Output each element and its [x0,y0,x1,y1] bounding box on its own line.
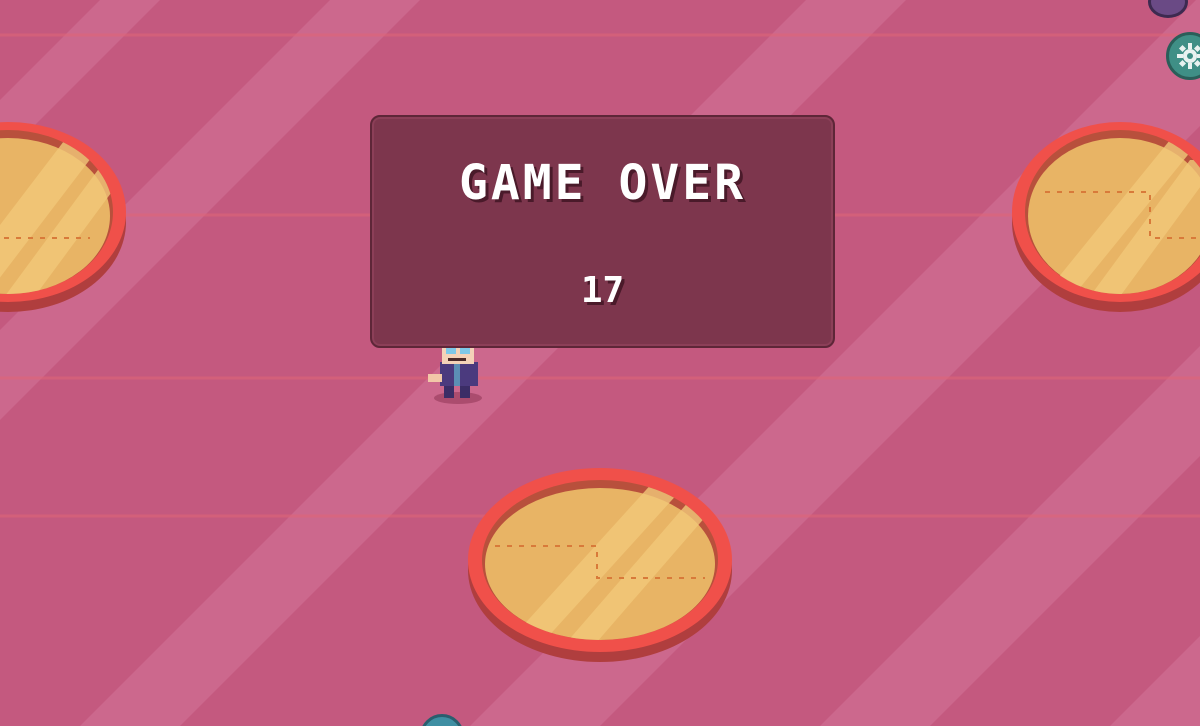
game-stage: GAME OVER 17 [0,0,1200,726]
final-score: 17 [580,270,625,311]
platform-center [468,468,732,662]
gear-icon [1177,43,1200,69]
game-over-title: GAME OVER [458,155,747,211]
game-background [0,0,1200,726]
game-over-panel: GAME OVER 17 [370,115,835,348]
